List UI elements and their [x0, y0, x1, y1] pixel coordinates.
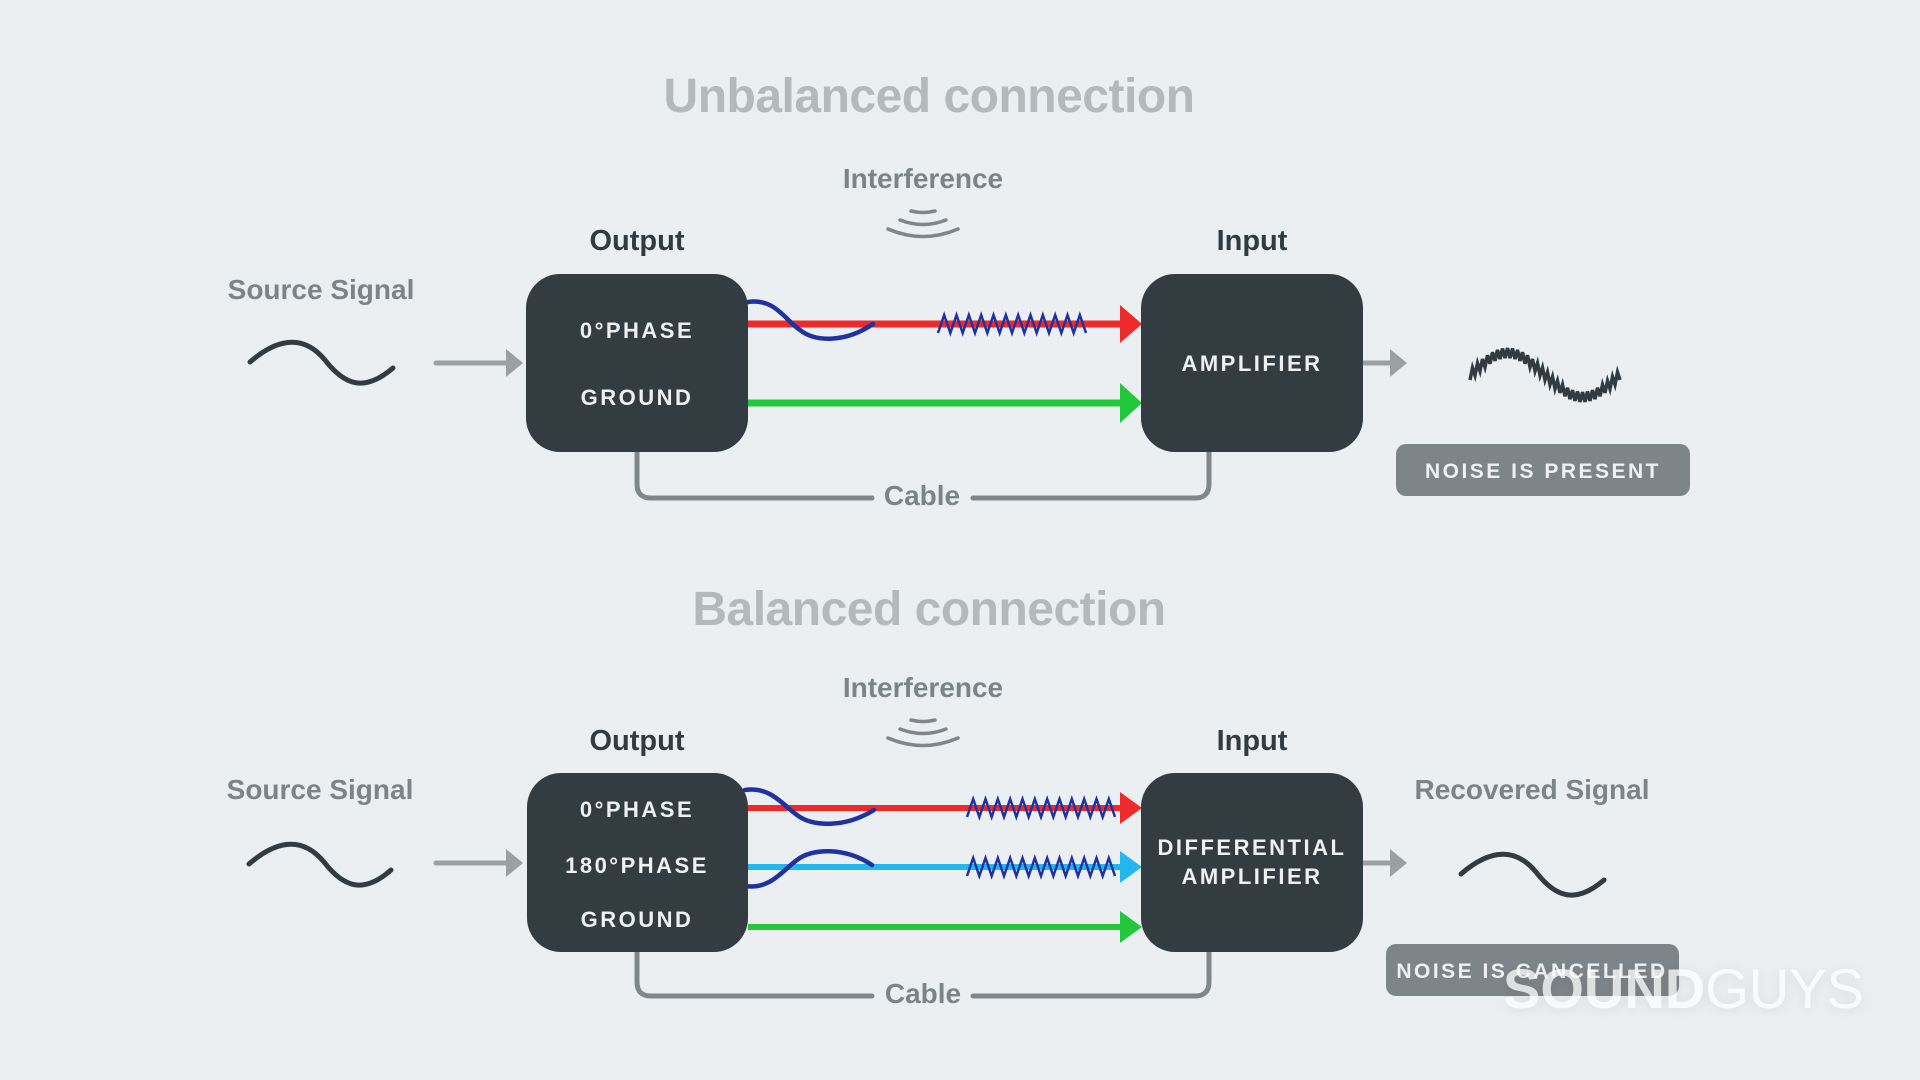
watermark-light: GUYS	[1705, 957, 1864, 1020]
output-box: 0°PHASE 180°PHASE GROUND	[527, 773, 748, 952]
radio-waves-icon	[886, 718, 960, 748]
arrow-right-icon	[1363, 349, 1407, 377]
input-label: Input	[1217, 725, 1288, 757]
arrow-right-icon	[1363, 849, 1407, 877]
amplifier-label: AMPLIFIER	[1181, 351, 1322, 376]
unbalanced-section: Unbalanced connection Interference Outpu…	[228, 70, 1690, 511]
ground-wire	[748, 911, 1142, 943]
sine-wave-icon	[1458, 851, 1607, 898]
input-box: AMPLIFIER	[1141, 274, 1363, 452]
source-signal-label: Source Signal	[227, 774, 414, 805]
sine-wave-icon	[247, 339, 396, 386]
output-line-phase180: 180°PHASE	[565, 853, 709, 878]
output-line-phase0: 0°PHASE	[580, 797, 694, 822]
interference-label: Interference	[843, 672, 1003, 703]
recovered-signal-label: Recovered Signal	[1415, 774, 1650, 805]
radio-waves-icon	[886, 209, 960, 239]
balanced-title: Balanced connection	[692, 583, 1165, 636]
amplifier-label: AMPLIFIER	[1181, 864, 1322, 889]
signal-sine-on-wire	[745, 299, 876, 341]
output-line-ground: GROUND	[581, 907, 694, 932]
balanced-section: Balanced connection Interference Output …	[227, 583, 1679, 1009]
connection-diagram: Unbalanced connection Interference Outpu…	[227, 70, 1864, 1020]
unbalanced-title: Unbalanced connection	[664, 70, 1195, 123]
noisy-wave-icon	[1468, 347, 1622, 403]
output-box: 0°PHASE GROUND	[526, 274, 748, 452]
output-label: Output	[589, 725, 684, 757]
soundguys-watermark: SOUNDGUYS	[1503, 957, 1864, 1020]
arrow-right-icon	[433, 349, 523, 377]
output-label: Output	[589, 225, 684, 257]
noise-present-badge: NOISE IS PRESENT	[1396, 444, 1690, 496]
noise-present-text: NOISE IS PRESENT	[1425, 460, 1661, 483]
watermark-bold: SOUND	[1503, 957, 1705, 1020]
interference-label: Interference	[843, 163, 1003, 194]
ground-wire	[748, 383, 1142, 423]
cable-label: Cable	[884, 480, 960, 511]
cable-label: Cable	[885, 978, 961, 1009]
differential-amplifier-box: DIFFERENTIAL AMPLIFIER	[1141, 773, 1363, 952]
differential-label: DIFFERENTIAL	[1158, 835, 1347, 860]
input-label: Input	[1217, 225, 1288, 257]
arrow-right-icon	[433, 849, 523, 877]
source-signal-label: Source Signal	[228, 274, 415, 305]
sine-wave-icon	[246, 841, 394, 888]
output-line-phase0: 0°PHASE	[580, 318, 694, 343]
output-line-ground: GROUND	[581, 385, 694, 410]
